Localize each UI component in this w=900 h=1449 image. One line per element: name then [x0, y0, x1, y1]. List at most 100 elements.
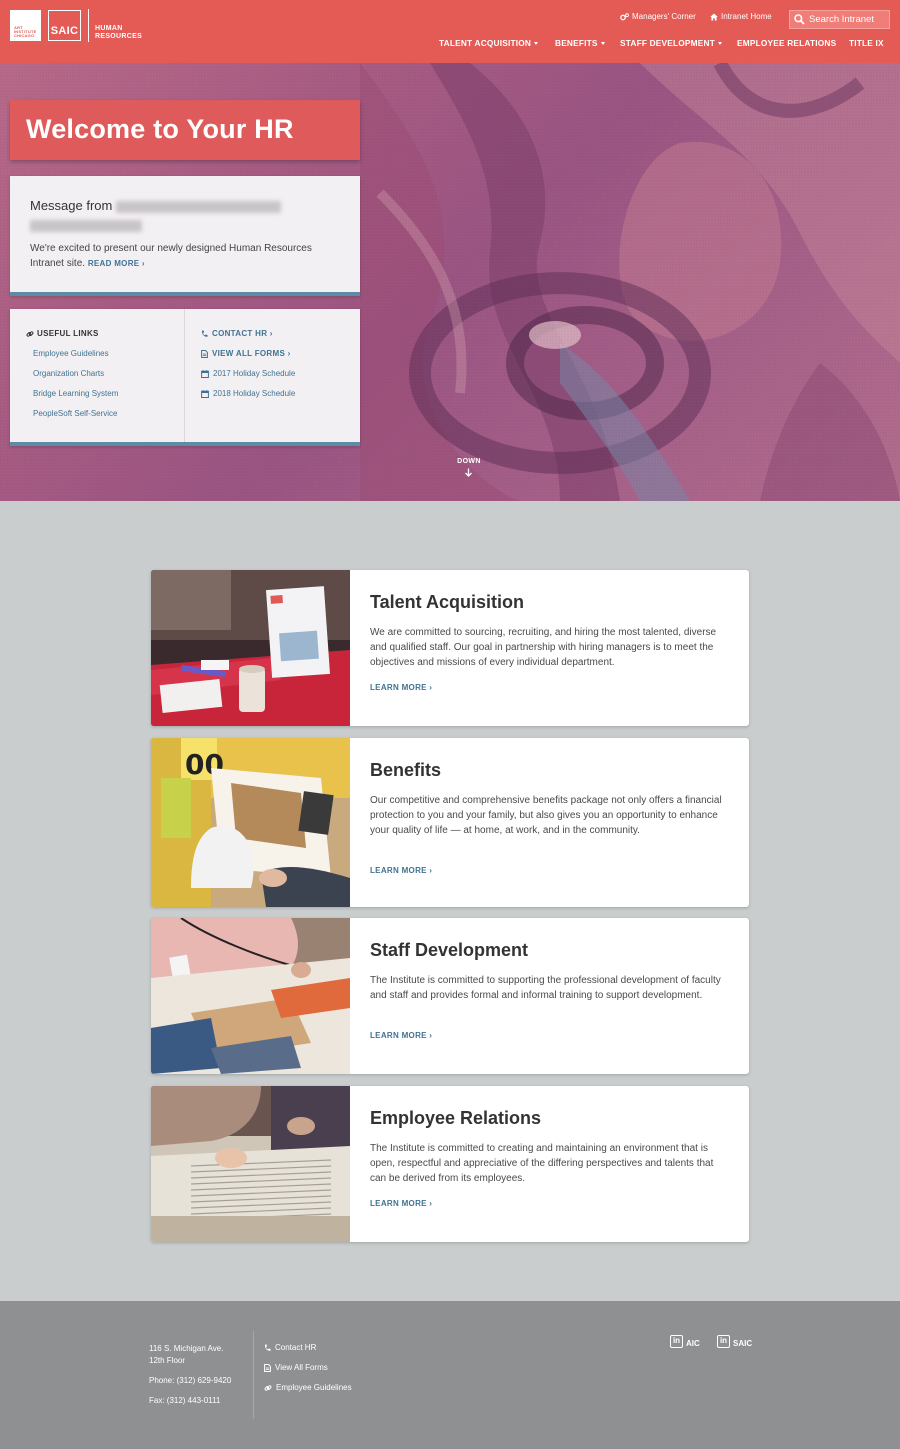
caret-down-icon: [534, 42, 539, 45]
footer-address: 116 S. Michigan Ave. 12th Floor: [149, 1343, 223, 1367]
message-card: Message from We're excited to present ou…: [10, 176, 360, 296]
card-text: The Institute is committed to supporting…: [370, 975, 721, 1001]
contact-hr-label: CONTACT HR ›: [212, 329, 273, 338]
view-all-forms-link[interactable]: VIEW ALL FORMS ›: [201, 349, 291, 358]
card-title: Staff Development: [370, 940, 529, 960]
holiday-2018-link[interactable]: 2018 Holiday Schedule: [201, 389, 295, 398]
caret-down-icon: [600, 42, 605, 45]
employee-relations-photo: [151, 1086, 350, 1242]
intranet-home-link[interactable]: Intranet Home: [710, 12, 772, 21]
learn-more-link[interactable]: LEARN MORE ›: [370, 683, 432, 692]
message-body-text: We're excited to present our newly desig…: [30, 243, 312, 269]
footer-phone: Phone: (312) 629-9420: [149, 1376, 232, 1385]
learn-more-link[interactable]: LEARN MORE ›: [370, 1031, 432, 1040]
nav-label: TALENT ACQUISITION: [439, 38, 532, 48]
useful-link-peoplesoft[interactable]: PeopleSoft Self-Service: [33, 409, 118, 418]
card-benefits: 00 Benefits Our competitive and comprehe…: [151, 738, 749, 907]
saic-logo[interactable]: SAIC: [48, 10, 81, 41]
useful-link-bridge-learning[interactable]: Bridge Learning System: [33, 389, 118, 398]
talent-acquisition-photo: [151, 570, 350, 726]
page-title: Welcome to Your HR: [26, 114, 294, 144]
nav-staff-development[interactable]: STAFF DEVELOPMENT: [620, 38, 722, 48]
view-all-forms-label: VIEW ALL FORMS ›: [212, 349, 291, 358]
useful-link-employee-guidelines[interactable]: Employee Guidelines: [33, 349, 109, 358]
nav-label: BENEFITS: [555, 38, 598, 48]
holiday-2017-link[interactable]: 2017 Holiday Schedule: [201, 369, 295, 378]
footer-divider: [253, 1331, 254, 1419]
social-label: SAIC: [733, 1339, 753, 1348]
phone-icon: [264, 1344, 271, 1351]
cogs-icon: [620, 12, 629, 20]
nav-label: STAFF DEVELOPMENT: [620, 38, 715, 48]
message-title: Message from: [30, 196, 330, 234]
message-body: We're excited to present our newly desig…: [30, 241, 330, 271]
logo-divider: [88, 9, 89, 42]
managers-corner-label: Managers' Corner: [632, 12, 696, 21]
linkedin-saic-link[interactable]: in SAIC: [717, 1335, 752, 1348]
search-icon: [794, 14, 805, 25]
read-more-link[interactable]: READ MORE ›: [88, 259, 145, 268]
links-divider: [184, 309, 185, 442]
useful-links-heading: USEFUL LINKS: [26, 329, 99, 338]
logo-hr-line: HUMAN: [95, 25, 123, 32]
useful-links-label: USEFUL LINKS: [37, 329, 99, 338]
nav-label: EMPLOYEE RELATIONS: [737, 38, 837, 48]
site-footer: 116 S. Michigan Ave. 12th Floor Phone: (…: [0, 1301, 900, 1449]
human-resources-logo[interactable]: HUMAN RESOURCES: [95, 25, 142, 41]
managers-corner-link[interactable]: Managers' Corner: [620, 12, 696, 21]
nav-title-ix[interactable]: TITLE IX: [849, 38, 884, 48]
nav-talent-acquisition[interactable]: TALENT ACQUISITION: [439, 38, 539, 48]
scroll-down-link[interactable]: DOWN: [456, 458, 482, 465]
aic-logo[interactable]: ART INSTITUTE CHICAGO: [10, 10, 41, 41]
card-text: The Institute is committed to creating a…: [370, 1143, 714, 1184]
footer-link-label: Contact HR: [275, 1343, 317, 1352]
learn-more-link[interactable]: LEARN MORE ›: [370, 866, 432, 875]
contact-hr-link[interactable]: CONTACT HR ›: [201, 329, 273, 338]
home-icon: [710, 13, 718, 20]
address-line: 12th Floor: [149, 1356, 186, 1365]
link-icon: [26, 330, 34, 337]
nav-benefits[interactable]: BENEFITS: [555, 38, 605, 48]
nav-label: TITLE IX: [849, 38, 884, 48]
learn-more-link[interactable]: LEARN MORE ›: [370, 1199, 432, 1208]
linkedin-aic-link[interactable]: in AIC: [670, 1335, 700, 1348]
footer-view-all-forms-link[interactable]: View All Forms: [264, 1363, 328, 1372]
card-employee-relations: Employee Relations The Institute is comm…: [151, 1086, 749, 1242]
footer-link-label: Employee Guidelines: [276, 1383, 352, 1392]
phone-icon: [201, 330, 208, 337]
logo-aic-line: CHICAGO: [14, 33, 35, 39]
card-title: Employee Relations: [370, 1108, 542, 1128]
saic-logo-text: SAIC: [50, 25, 79, 37]
card-text: Our competitive and comprehensive benefi…: [370, 795, 722, 836]
message-title-prefix: Message from: [30, 198, 113, 213]
footer-contact-hr-link[interactable]: Contact HR: [264, 1343, 316, 1352]
search-input[interactable]: [809, 14, 889, 25]
redacted-name: [116, 200, 281, 213]
footer-employee-guidelines-link[interactable]: Employee Guidelines: [264, 1383, 352, 1392]
hero-section: Welcome to Your HR Message from We're ex…: [0, 63, 900, 501]
staff-development-photo: [151, 918, 350, 1074]
benefits-photo: 00: [151, 738, 350, 907]
search-box[interactable]: [789, 10, 890, 29]
nav-employee-relations[interactable]: EMPLOYEE RELATIONS: [737, 38, 836, 48]
card-title: Talent Acquisition: [370, 592, 525, 612]
site-header: ART INSTITUTE CHICAGO SAIC HUMAN RESOURC…: [0, 0, 900, 63]
intranet-home-label: Intranet Home: [721, 12, 772, 21]
holiday-2017-label: 2017 Holiday Schedule: [213, 369, 296, 378]
redacted-role: [30, 219, 142, 232]
link-icon: [264, 1384, 272, 1391]
document-icon: [201, 349, 208, 358]
useful-link-organization-charts[interactable]: Organization Charts: [33, 369, 104, 378]
logo-hr-line: RESOURCES: [95, 33, 143, 40]
card-talent-acquisition: Talent Acquisition We are committed to s…: [151, 570, 749, 726]
document-icon: [264, 1363, 271, 1372]
card-title: Benefits: [370, 760, 442, 780]
footer-fax: Fax: (312) 443-0111: [149, 1396, 221, 1405]
links-card: USEFUL LINKS Employee Guidelines Organiz…: [10, 309, 360, 446]
arrow-down-icon[interactable]: [464, 468, 473, 477]
linkedin-icon: in: [670, 1335, 683, 1348]
address-line: 116 S. Michigan Ave.: [149, 1344, 224, 1353]
social-label: AIC: [686, 1339, 700, 1348]
card-text: We are committed to sourcing, recruiting…: [370, 627, 717, 668]
linkedin-icon: in: [717, 1335, 730, 1348]
